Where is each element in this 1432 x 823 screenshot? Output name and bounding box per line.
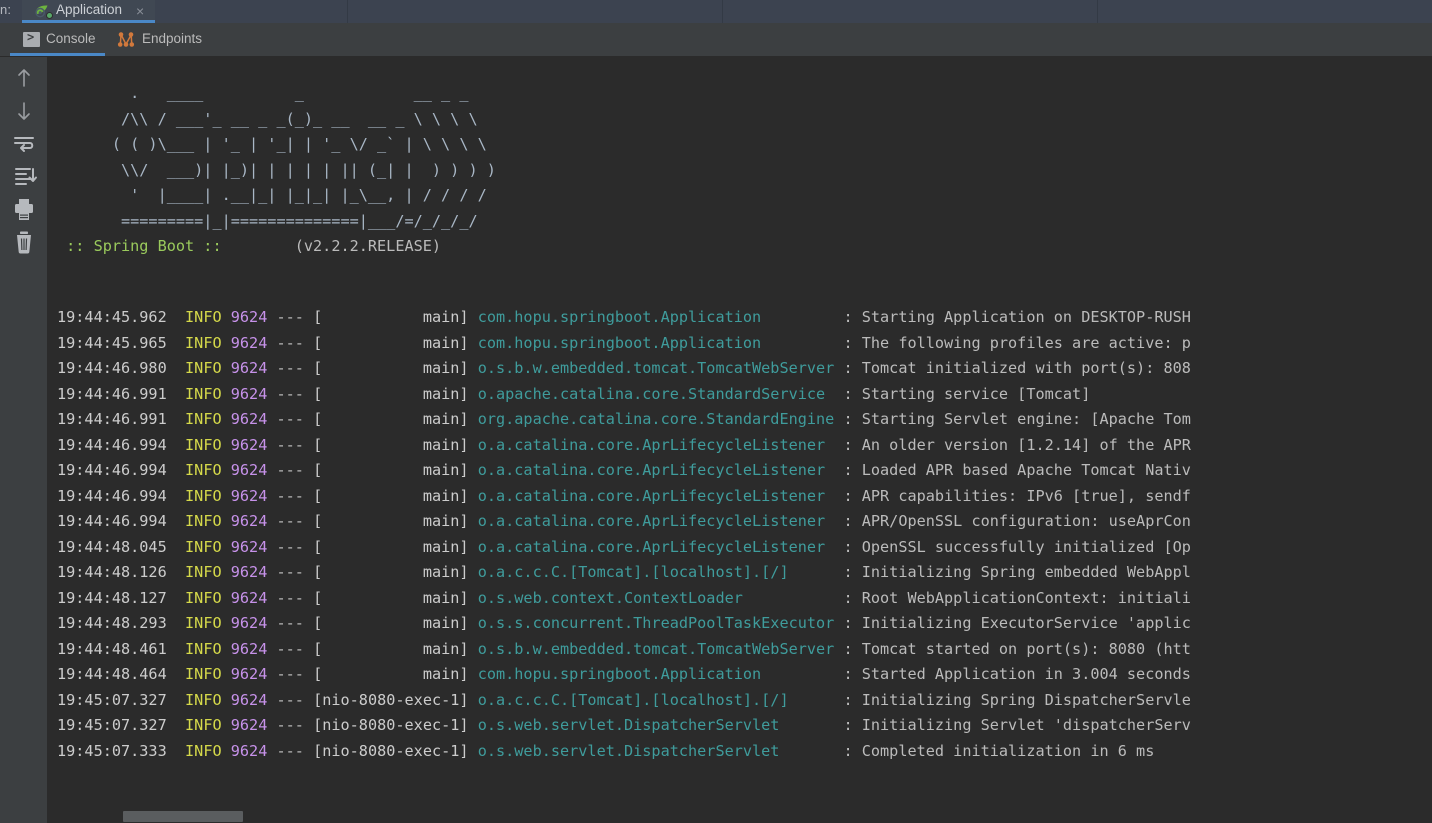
close-icon[interactable]: × <box>136 3 144 19</box>
tab-endpoints[interactable]: Endpoints <box>112 23 222 57</box>
trash-icon[interactable] <box>8 226 40 258</box>
scroll-to-end-icon[interactable] <box>8 160 40 192</box>
down-arrow-icon[interactable] <box>8 95 40 127</box>
console-terminal-icon <box>23 30 40 47</box>
run-tab-application[interactable]: Application × <box>22 0 155 23</box>
horizontal-scrollbar-thumb[interactable] <box>123 811 243 822</box>
window-tab-strip: n: Application × <box>0 0 1432 23</box>
spring-boot-ascii-banner: . ____ _ __ _ _ /\\ / ___'_ __ _ _(_)_ _… <box>57 84 496 255</box>
console-toolbar <box>0 57 48 823</box>
soft-wrap-icon[interactable] <box>8 127 40 159</box>
log-output: 19:44:45.962 INFO 9624 --- [ main] com.h… <box>57 308 1191 760</box>
print-icon[interactable] <box>8 193 40 225</box>
tab-console[interactable]: Console <box>10 23 105 57</box>
console-tab-bar: Console Endpoints <box>0 23 1432 57</box>
tab-console-active-underline <box>10 53 105 56</box>
strip-divider <box>347 0 348 23</box>
tab-endpoints-label: Endpoints <box>142 31 203 46</box>
up-arrow-icon[interactable] <box>8 62 40 94</box>
strip-divider <box>1097 0 1098 23</box>
strip-divider <box>722 0 723 23</box>
endpoints-icon <box>117 31 135 48</box>
run-panel-label: n: <box>0 2 12 17</box>
horizontal-scrollbar-track[interactable] <box>48 810 1432 823</box>
console-output-panel[interactable]: . ____ _ __ _ _ /\\ / ___'_ __ _ _(_)_ _… <box>48 57 1432 823</box>
tab-console-label: Console <box>46 31 96 46</box>
run-status-dot <box>46 12 53 19</box>
run-tab-label: Application <box>56 2 123 17</box>
